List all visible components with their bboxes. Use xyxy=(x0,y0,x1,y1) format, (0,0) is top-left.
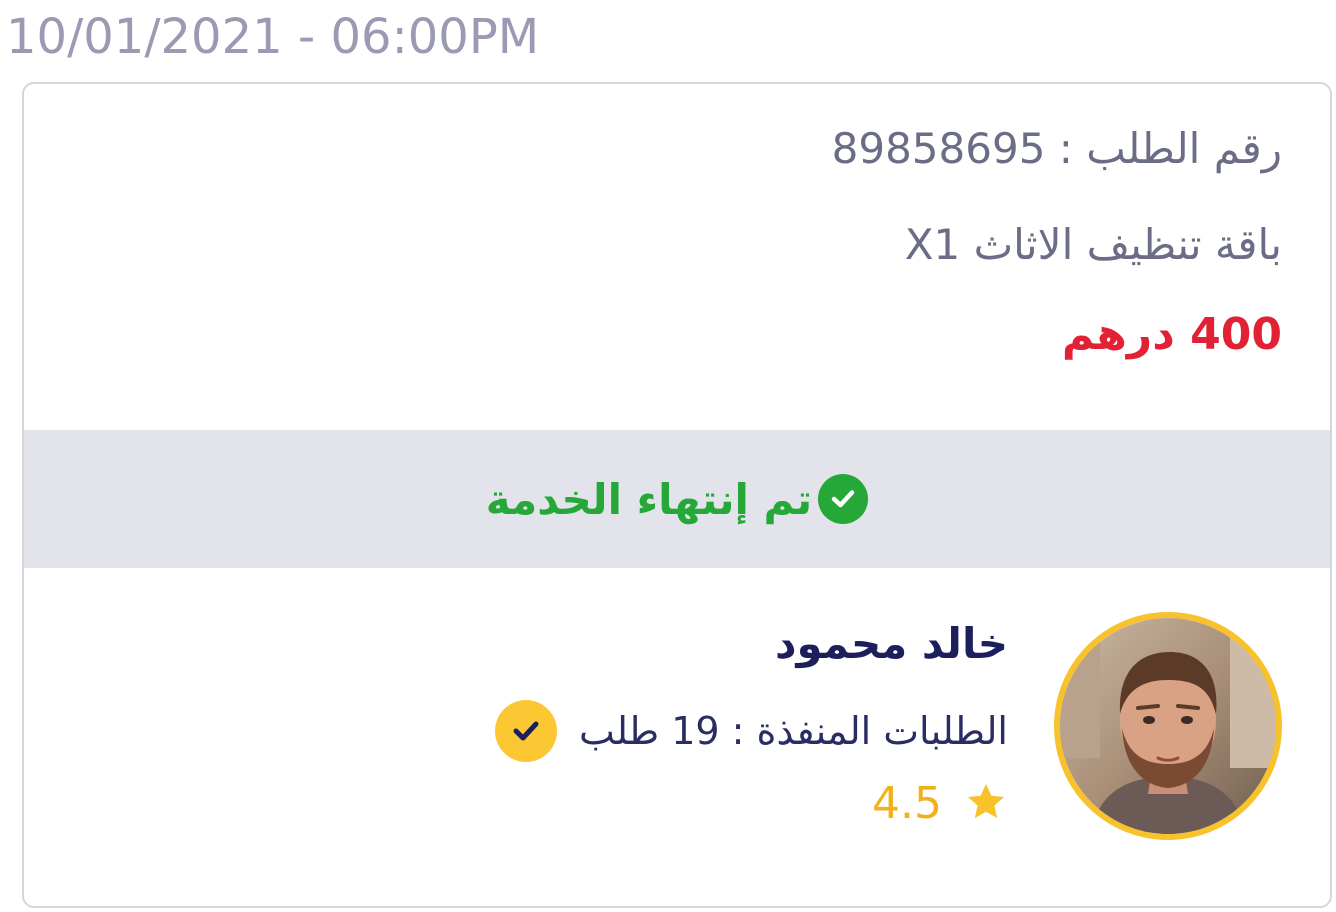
star-icon xyxy=(964,780,1008,828)
order-package: باقة تنظيف الاثاث X1 xyxy=(904,220,1282,269)
worker-avatar xyxy=(1054,612,1282,840)
worker-name: خالد محمود xyxy=(774,619,1008,668)
order-info: رقم الطلب : 89858695 باقة تنظيف الاثاث X… xyxy=(832,124,1282,360)
service-status-text: تم إنتهاء الخدمة xyxy=(485,474,813,524)
worker-completed-orders: الطلبات المنفذة : 19 طلب xyxy=(579,709,1008,753)
order-timestamp: 10/01/2021 - 06:00PM xyxy=(6,9,540,65)
worker-rating-value: 4.5 xyxy=(872,778,942,829)
order-number: رقم الطلب : 89858695 xyxy=(831,124,1282,173)
order-price: 400 درهم xyxy=(1061,309,1282,360)
worker-info: خالد محمود الطلبات المنفذة : 19 طلب 4.5 xyxy=(495,612,1008,829)
worker-orders-row: الطلبات المنفذة : 19 طلب xyxy=(495,700,1008,762)
verified-check-icon xyxy=(495,700,558,762)
worker-profile[interactable]: خالد محمود الطلبات المنفذة : 19 طلب 4.5 xyxy=(495,612,1282,840)
order-card[interactable]: رقم الطلب : 89858695 باقة تنظيف الاثاث X… xyxy=(22,82,1332,908)
service-status-bar: تم إنتهاء الخدمة xyxy=(24,430,1330,568)
check-circle-icon xyxy=(818,474,869,524)
worker-rating-row: 4.5 xyxy=(495,778,1008,829)
